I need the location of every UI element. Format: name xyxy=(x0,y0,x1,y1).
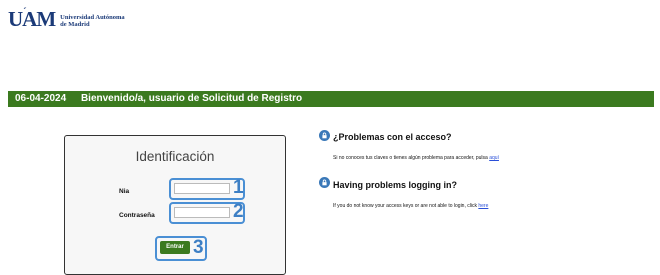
welcome-bar: 06-04-2024 Bienvenido/a, usuario de Soli… xyxy=(8,91,654,107)
help-link-es[interactable]: aquí xyxy=(489,155,499,161)
logo-mark: UAM ´ xyxy=(8,6,56,31)
nia-input[interactable] xyxy=(174,183,230,194)
annotation-number-1: 1 xyxy=(233,177,244,198)
logo-text: Universidad Autónoma de Madrid xyxy=(60,14,124,28)
password-label: Contraseña xyxy=(119,212,155,219)
help-title-es: ¿Problemas con el acceso? xyxy=(333,132,452,142)
annotation-number-2: 2 xyxy=(233,201,244,222)
logo-line-1: Universidad Autónoma xyxy=(60,14,125,21)
uam-logo[interactable]: UAM ´ Universidad Autónoma de Madrid xyxy=(8,6,125,30)
password-input[interactable] xyxy=(174,207,230,218)
help-text-en: If you do not know your access keys or a… xyxy=(333,203,489,209)
welcome-message: Bienvenido/a, usuario de Solicitud de Re… xyxy=(80,93,303,104)
help-title-en: Having problems logging in? xyxy=(333,180,458,190)
annotation-number-3: 3 xyxy=(193,237,204,258)
login-title: Identificación xyxy=(135,149,215,164)
current-date: 06-04-2024 xyxy=(15,93,67,104)
lock-icon xyxy=(319,177,330,188)
help-link-en[interactable]: here xyxy=(478,203,488,209)
login-card: Identificación Nia 1 Contraseña 2 Entrar… xyxy=(64,135,286,275)
help-text-es: Si no conoces tus claves o tienes algún … xyxy=(333,155,499,161)
submit-button[interactable]: Entrar xyxy=(160,241,190,254)
nia-label: Nia xyxy=(119,188,130,195)
logo-line-2: de Madrid xyxy=(60,21,90,28)
lock-icon xyxy=(319,130,330,141)
